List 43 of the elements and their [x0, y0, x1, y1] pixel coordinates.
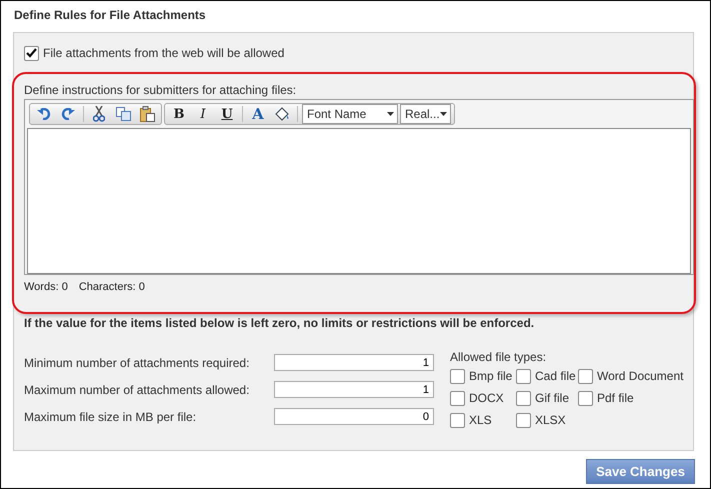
- checkbox[interactable]: [516, 368, 531, 384]
- checkbox[interactable]: [450, 412, 465, 428]
- checkbox[interactable]: [578, 390, 593, 406]
- checkbox-label: XLSX: [535, 413, 566, 427]
- bold-button[interactable]: B: [168, 105, 190, 123]
- caret-icon: [440, 112, 447, 116]
- checkbox[interactable]: [516, 390, 531, 406]
- caret-icon: [387, 112, 394, 116]
- undo-icon: [37, 108, 51, 120]
- scissors-icon: [93, 106, 105, 122]
- checkbox-label: Cad file: [535, 369, 576, 383]
- character-count: Characters: 0: [78, 281, 145, 293]
- redo-icon: [61, 108, 75, 120]
- checkbox-label: Word Document: [597, 369, 684, 383]
- checkbox[interactable]: [450, 368, 465, 384]
- checkbox[interactable]: [578, 368, 593, 384]
- number-field[interactable]: 1: [274, 381, 434, 398]
- field-label: Minimum number of attachments required:: [24, 356, 250, 370]
- editor-label: Define instructions for submitters for attaching files:: [24, 83, 298, 99]
- field-label: Maximum file size in MB per file:: [24, 410, 198, 424]
- font-size-select[interactable]: Real...: [400, 104, 451, 124]
- color-button[interactable]: A: [247, 105, 269, 123]
- checkbox-label: Bmp file: [469, 369, 512, 383]
- checkbox-label: Gif file: [535, 391, 570, 405]
- italic-button[interactable]: I: [192, 105, 214, 123]
- checkbox[interactable]: [450, 390, 465, 406]
- notice-text: If the value for the items listed below is left zero, no limits or restrictions will be enforced.: [24, 316, 536, 332]
- clipboard-icon: [140, 106, 154, 122]
- checkbox[interactable]: [516, 412, 531, 428]
- section-title: Define Rules for File Attachments: [13, 7, 207, 24]
- checkbox[interactable]: [24, 46, 39, 60]
- word-count: Words: 0: [24, 281, 68, 293]
- checkbox-label: XLS: [469, 413, 492, 427]
- number-field[interactable]: 0: [274, 408, 434, 425]
- checkbox-label: Pdf file: [597, 391, 634, 405]
- copy-icon: [116, 107, 130, 121]
- font-name-select[interactable]: Font Name: [302, 104, 398, 124]
- field-label: Maximum number of attachments allowed:: [24, 382, 250, 396]
- underline-button[interactable]: U: [216, 105, 238, 123]
- checkbox-label: File attachments from the web will be allowed: [43, 46, 284, 60]
- checkbox-label: DOCX: [469, 391, 504, 405]
- file-types-label: Allowed file types:: [450, 350, 548, 364]
- number-field[interactable]: 1: [274, 354, 434, 371]
